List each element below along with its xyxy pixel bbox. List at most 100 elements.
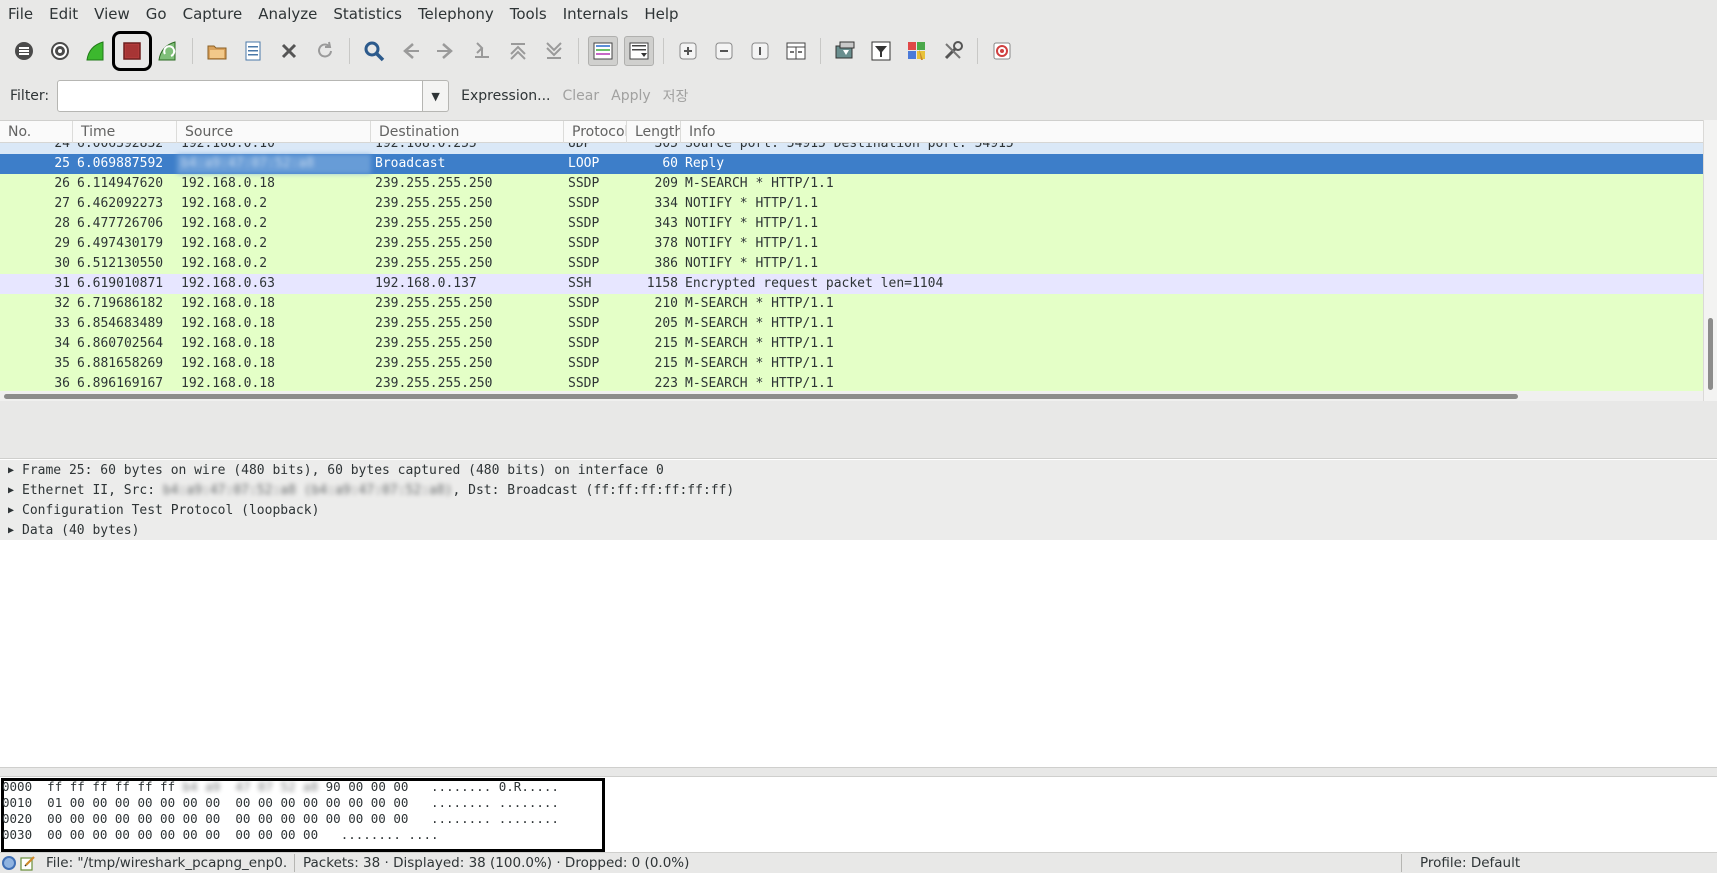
column-header-no[interactable]: No. xyxy=(0,121,73,143)
packet-no-cell: 34 xyxy=(54,336,70,351)
menu-telephony[interactable]: Telephony xyxy=(410,0,502,28)
options-button[interactable] xyxy=(45,36,75,66)
packet-list-horizontal-scrollbar[interactable] xyxy=(0,391,1703,401)
menu-tools[interactable]: Tools xyxy=(502,0,555,28)
restart-capture-button[interactable] xyxy=(153,36,183,66)
hex-dump-row[interactable]: 0030 00 00 00 00 00 00 00 00 00 00 00 00… xyxy=(2,827,439,843)
menu-help[interactable]: Help xyxy=(636,0,686,28)
detail-tree-item[interactable]: ▶ Data (40 bytes) xyxy=(0,520,1717,540)
colorize-button[interactable] xyxy=(588,36,618,66)
packet-dst-cell: 239.255.255.250 xyxy=(375,296,493,311)
packet-dst-cell: 239.255.255.250 xyxy=(375,256,493,271)
packet-bytes-pane[interactable]: 0000 ff ff ff ff ff ff b4 a9 47 07 52 a8… xyxy=(0,776,1717,852)
menu-view[interactable]: View xyxy=(86,0,138,28)
expand-arrow-icon[interactable]: ▶ xyxy=(0,525,22,536)
detail-tree-item[interactable]: ▶ Frame 25: 60 bytes on wire (480 bits), … xyxy=(0,460,1717,480)
menu-file[interactable]: File xyxy=(0,0,41,28)
toolbar-separator xyxy=(578,38,579,64)
vertical-scroll-thumb[interactable] xyxy=(1708,318,1713,390)
packet-row[interactable]: 34 6.860702564 192.168.0.18 239.255.255.250… xyxy=(0,334,1703,354)
menu-analyze[interactable]: Analyze xyxy=(250,0,325,28)
packet-row[interactable]: 33 6.854683489 192.168.0.18 239.255.255.250… xyxy=(0,314,1703,334)
go-to-packet-button[interactable] xyxy=(467,36,497,66)
hex-dump-row[interactable]: 0000 ff ff ff ff ff ff b4 a9 47 07 52 a8… xyxy=(2,779,559,795)
column-header-length[interactable]: Length xyxy=(627,121,681,143)
hex-dump-row[interactable]: 0020 00 00 00 00 00 00 00 00 00 00 00 00… xyxy=(2,811,559,827)
expert-info-icon[interactable] xyxy=(2,856,16,870)
menu-go[interactable]: Go xyxy=(138,0,175,28)
packet-row[interactable]: 26 6.114947620 192.168.0.18 239.255.255.250… xyxy=(0,174,1703,194)
zoom-in-button[interactable] xyxy=(673,36,703,66)
packet-row[interactable]: 31 6.619010871 192.168.0.63 192.168.0.137 SS… xyxy=(0,274,1703,294)
hex-ascii: ........ .... xyxy=(340,827,439,842)
go-back-button[interactable] xyxy=(395,36,425,66)
preferences-button[interactable] xyxy=(938,36,968,66)
detail-tree-item[interactable]: ▶ Ethernet II, Src: b4:a9:47:07:52:a8 (b4… xyxy=(0,480,1717,500)
apply-filter-button[interactable]: Apply xyxy=(611,88,651,104)
menu-edit[interactable]: Edit xyxy=(41,0,86,28)
selected-packet-row[interactable]: 25 6.069887592 b4:a9:47:07:52:a8 Broadcast L… xyxy=(0,154,1703,174)
packet-dst-cell: 239.255.255.250 xyxy=(375,236,493,251)
packet-proto-cell: LOOP xyxy=(568,156,600,171)
packet-list-vertical-scrollbar[interactable] xyxy=(1703,120,1717,401)
column-header-protocol[interactable]: Protocol xyxy=(564,121,627,143)
clear-filter-button[interactable]: Clear xyxy=(563,88,600,104)
save-file-button[interactable] xyxy=(238,36,268,66)
start-capture-button[interactable] xyxy=(81,36,111,66)
find-packet-button[interactable] xyxy=(359,36,389,66)
restart-capture-icon xyxy=(158,41,176,61)
packet-row[interactable]: 27 6.462092273 192.168.0.2 239.255.255.250 S… xyxy=(0,194,1703,214)
packet-info-cell: NOTIFY * HTTP/1.1 xyxy=(685,216,819,231)
packet-row[interactable]: 35 6.881658269 192.168.0.18 239.255.255.250… xyxy=(0,354,1703,374)
main-toolbar xyxy=(0,30,1717,72)
menu-internals[interactable]: Internals xyxy=(555,0,637,28)
help-button[interactable] xyxy=(987,36,1017,66)
horizontal-scroll-thumb[interactable] xyxy=(4,394,1518,399)
coloring-rules-button[interactable] xyxy=(902,36,932,66)
close-file-button[interactable] xyxy=(274,36,304,66)
open-file-button[interactable] xyxy=(202,36,232,66)
last-packet-button[interactable] xyxy=(539,36,569,66)
reload-button[interactable] xyxy=(310,36,340,66)
detail-tree-item[interactable]: ▶ Configuration Test Protocol (loopback) xyxy=(0,500,1717,520)
column-header-info[interactable]: Info xyxy=(681,121,1703,143)
go-forward-button[interactable] xyxy=(431,36,461,66)
status-packet-counts: Packets: 38 · Displayed: 38 (100.0%) · D… xyxy=(303,855,690,871)
hex-offset: 0020 xyxy=(2,811,33,826)
capture-filters-button[interactable] xyxy=(830,36,860,66)
column-header-source[interactable]: Source xyxy=(177,121,371,143)
packet-info-cell: Reply xyxy=(685,156,725,171)
expand-arrow-icon[interactable]: ▶ xyxy=(0,485,22,496)
expression-button[interactable]: Expression... xyxy=(461,88,550,104)
toolbar-separator xyxy=(349,38,350,64)
filter-history-dropdown[interactable]: ▼ xyxy=(423,80,450,112)
display-filter-input[interactable] xyxy=(57,80,424,112)
packet-details-tree[interactable]: ▶ Frame 25: 60 bytes on wire (480 bits), … xyxy=(0,458,1717,768)
display-filters-button[interactable] xyxy=(866,36,896,66)
capture-comment-icon[interactable] xyxy=(20,855,36,871)
menu-statistics[interactable]: Statistics xyxy=(325,0,410,28)
packet-info-cell: M-SEARCH * HTTP/1.1 xyxy=(685,356,834,371)
packet-row[interactable]: 28 6.477726706 192.168.0.2 239.255.255.250 S… xyxy=(0,214,1703,234)
packet-row[interactable]: 30 6.512130550 192.168.0.2 239.255.255.250 S… xyxy=(0,254,1703,274)
status-profile[interactable]: Profile: Default xyxy=(1420,855,1520,871)
expand-arrow-icon[interactable]: ▶ xyxy=(0,465,22,476)
packet-row[interactable]: 29 6.497430179 192.168.0.2 239.255.255.250 S… xyxy=(0,234,1703,254)
menu-capture[interactable]: Capture xyxy=(175,0,251,28)
save-filter-button[interactable]: 저장 xyxy=(663,86,689,106)
packet-no-cell: 35 xyxy=(54,356,70,371)
expand-arrow-icon[interactable]: ▶ xyxy=(0,505,22,516)
packet-row[interactable]: 32 6.719686182 192.168.0.18 239.255.255.250… xyxy=(0,294,1703,314)
stop-capture-button[interactable] xyxy=(112,31,152,71)
packet-list[interactable]: 24 6.006392832 192.168.0.10 192.168.0.255 UD… xyxy=(0,120,1703,401)
column-header-destination[interactable]: Destination xyxy=(371,121,564,143)
hex-dump-row[interactable]: 0010 01 00 00 00 00 00 00 00 00 00 00 00… xyxy=(2,795,559,811)
interfaces-button[interactable] xyxy=(9,36,39,66)
normal-size-button[interactable] xyxy=(745,36,775,66)
detail-text-suffix: , Dst: Broadcast (ff:ff:ff:ff:ff:ff) xyxy=(452,482,735,498)
resize-columns-button[interactable] xyxy=(781,36,811,66)
autoscroll-button[interactable] xyxy=(624,36,654,66)
first-packet-button[interactable] xyxy=(503,36,533,66)
column-header-time[interactable]: Time xyxy=(73,121,177,143)
zoom-out-button[interactable] xyxy=(709,36,739,66)
